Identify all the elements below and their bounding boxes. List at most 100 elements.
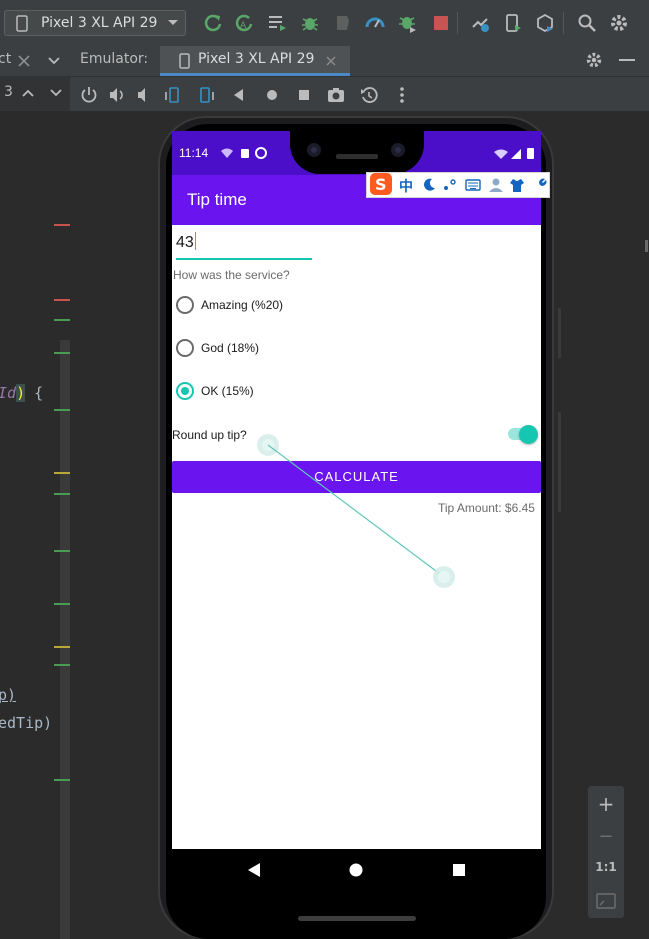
left-tab-area: ct	[0, 46, 70, 76]
nav-overview-icon[interactable]	[452, 863, 466, 877]
ime-language[interactable]: 中	[399, 176, 413, 196]
device-manager-icon[interactable]	[503, 13, 523, 33]
status-time: 11:14	[179, 146, 209, 160]
error-stripe	[54, 224, 70, 226]
user-icon[interactable]	[488, 177, 504, 193]
close-icon[interactable]	[18, 55, 30, 67]
sogou-logo-icon[interactable]: S	[369, 172, 393, 196]
camera-icon	[307, 143, 321, 157]
moon-icon[interactable]	[422, 178, 436, 192]
calculate-button[interactable]: CALCULATE	[172, 461, 541, 493]
device-icon	[16, 15, 28, 32]
zoom-actual-size-button[interactable]: 1:1	[588, 860, 624, 874]
display-notch	[290, 128, 424, 174]
close-tab-icon[interactable]	[326, 56, 336, 66]
screenshot-icon[interactable]	[327, 86, 345, 104]
rerun-icon[interactable]	[203, 13, 223, 33]
snapshot-icon[interactable]	[360, 86, 378, 104]
profiler-icon[interactable]	[365, 13, 385, 33]
chevron-up-icon[interactable]	[22, 89, 34, 97]
overview-icon[interactable]	[295, 86, 313, 104]
change-stripe	[54, 352, 70, 354]
change-stripe	[54, 664, 70, 666]
sd-card-icon	[241, 149, 249, 158]
radio-label-ok[interactable]: OK (15%)	[201, 384, 254, 398]
tip-amount-result: Tip Amount: $6.45	[438, 501, 535, 515]
code-line[interactable]: Id) {	[0, 384, 43, 402]
tab-pixel-3-xl[interactable]: Pixel 3 XL API 29	[160, 46, 350, 76]
nav-home-icon[interactable]	[349, 863, 363, 877]
settings-icon[interactable]	[609, 13, 629, 33]
svg-text:A: A	[240, 21, 247, 31]
rotate-right-icon[interactable]	[197, 86, 215, 104]
left-tab-label[interactable]: ct	[0, 51, 11, 67]
minimize-icon[interactable]	[619, 59, 635, 62]
power-icon[interactable]	[80, 86, 98, 104]
search-icon[interactable]	[577, 13, 597, 33]
right-edge-stripe	[645, 240, 648, 252]
apply-code-changes-icon[interactable]	[267, 13, 287, 33]
phone-side-button	[558, 412, 561, 512]
change-stripe	[54, 779, 70, 781]
editor-scrollbar[interactable]	[60, 340, 70, 939]
code-line[interactable]: edTip)	[0, 714, 52, 732]
svg-text:S: S	[375, 175, 387, 194]
settings-icon[interactable]	[585, 51, 603, 69]
apply-changes-icon[interactable]: A	[234, 13, 254, 33]
warning-stripe	[54, 646, 70, 648]
home-icon[interactable]	[263, 86, 281, 104]
toolbar-divider	[457, 12, 458, 34]
warning-stripe	[54, 472, 70, 474]
occurrence-count: 3	[4, 84, 13, 100]
radio-good[interactable]	[176, 339, 194, 357]
app-title: Tip time	[187, 190, 247, 209]
input-value: 43	[176, 234, 194, 251]
battery-icon	[527, 148, 534, 159]
zoom-in-button[interactable]: +	[588, 792, 624, 816]
device-selector[interactable]: Pixel 3 XL API 29	[4, 10, 186, 36]
change-stripe	[54, 409, 70, 411]
device-selector-label: Pixel 3 XL API 29	[41, 15, 158, 31]
sync-status-icon	[255, 147, 267, 159]
more-icon[interactable]	[393, 86, 411, 104]
zoom-fit-icon[interactable]	[596, 893, 616, 909]
sdk-manager-icon[interactable]	[535, 13, 555, 33]
cost-of-service-input[interactable]: 43	[176, 232, 312, 260]
round-up-switch-thumb[interactable]	[519, 425, 538, 444]
wifi-icon	[494, 149, 508, 159]
emulator-label: Emulator:	[80, 51, 149, 67]
debug-icon[interactable]	[300, 13, 320, 33]
tab-label: Pixel 3 XL API 29	[198, 51, 315, 67]
chevron-down-icon[interactable]	[48, 57, 60, 65]
code-line[interactable]: p)	[0, 686, 16, 704]
zoom-out-button[interactable]: −	[588, 826, 624, 847]
navigation-bar	[172, 849, 541, 891]
keyboard-icon[interactable]	[465, 178, 481, 192]
change-stripe	[54, 550, 70, 552]
radio-label-amazing[interactable]: Amazing (%20)	[201, 298, 283, 312]
radio-label-good[interactable]: God (18%)	[201, 341, 259, 355]
chevron-down-icon	[168, 20, 178, 25]
volume-up-icon[interactable]	[108, 86, 126, 104]
radio-ok[interactable]	[176, 382, 194, 400]
attach-debugger-process-icon[interactable]	[398, 13, 418, 33]
chevron-down-icon[interactable]	[50, 89, 62, 97]
sync-icon[interactable]	[470, 13, 490, 33]
change-stripe	[54, 493, 70, 495]
stop-icon[interactable]	[431, 13, 451, 33]
back-icon[interactable]	[230, 86, 248, 104]
ime-toolbar[interactable]: S 中	[366, 172, 550, 198]
text-caret	[194, 232, 196, 250]
nav-back-icon[interactable]	[246, 862, 262, 878]
punctuation-icon[interactable]	[443, 178, 457, 192]
phone-side-button	[558, 308, 561, 358]
shirt-icon[interactable]	[509, 177, 525, 193]
error-stripe	[54, 299, 70, 301]
attach-debugger-icon[interactable]	[333, 13, 353, 33]
wrench-icon[interactable]	[531, 177, 547, 193]
wifi-notification-icon	[221, 148, 233, 158]
rotate-left-icon[interactable]	[164, 86, 182, 104]
service-question: How was the service?	[173, 268, 290, 282]
radio-amazing[interactable]	[176, 296, 194, 314]
volume-down-icon[interactable]	[136, 86, 154, 104]
